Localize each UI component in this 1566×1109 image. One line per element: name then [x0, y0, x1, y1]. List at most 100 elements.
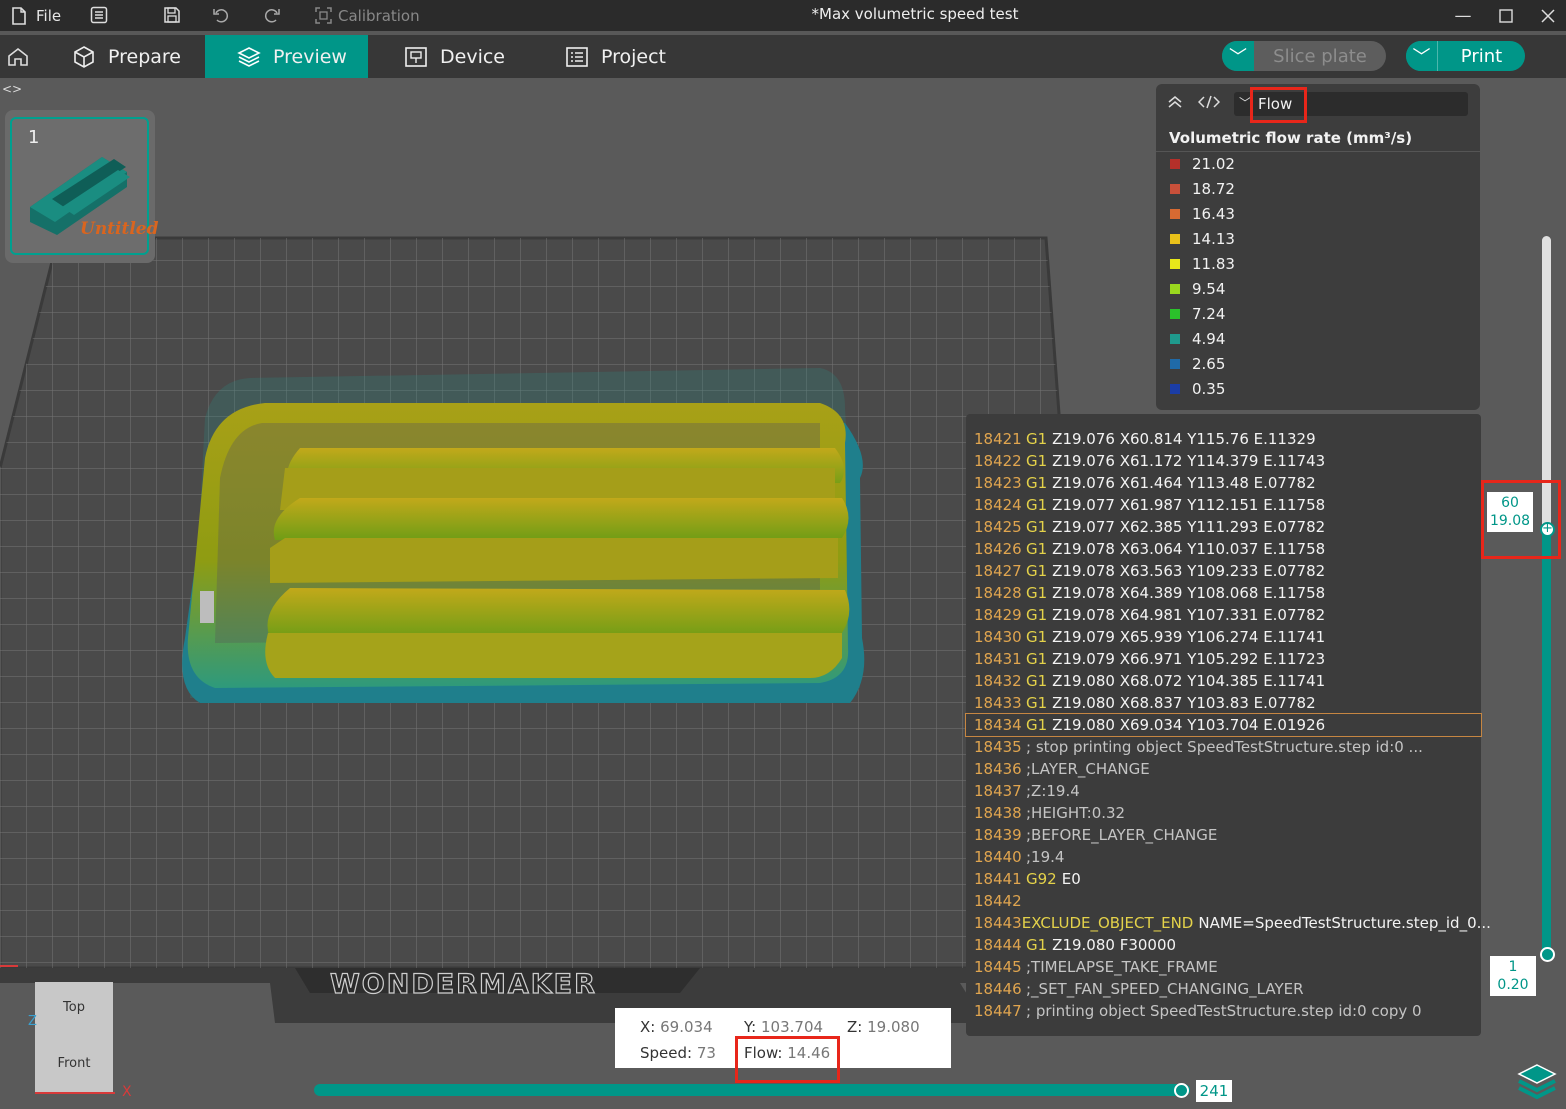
legend-value: 11.83 — [1192, 255, 1235, 273]
gcode-line[interactable]: 18445 ;TIMELAPSE_TAKE_FRAME — [966, 956, 1481, 978]
gcode-command: G1 — [1026, 430, 1048, 448]
layers-toggle-icon[interactable] — [1516, 1062, 1558, 1106]
speed-value: 73 — [696, 1044, 716, 1062]
slice-plate-button[interactable]: ﹀ Slice plate — [1222, 41, 1386, 71]
gcode-line-number: 18438 — [974, 804, 1022, 822]
legend-item: 7.24 — [1170, 304, 1225, 324]
axis-x-label: X — [122, 1084, 132, 1100]
gcode-line[interactable]: 18424 G1 Z19.077 X61.987 Y112.151 E.11758 — [966, 494, 1481, 516]
legend-value: 0.35 — [1192, 380, 1226, 398]
legend-item: 9.54 — [1170, 279, 1225, 299]
calibration-menu[interactable]: Calibration — [314, 0, 420, 31]
move-slider-handle[interactable] — [1174, 1083, 1189, 1098]
close-button[interactable] — [1527, 0, 1566, 31]
gcode-args: Z19.076 X61.172 Y114.379 E.11743 — [1052, 452, 1326, 470]
legend-panel: ﹀ Flow Volumetric flow rate (mm³/s) 21.0… — [1156, 84, 1480, 410]
gcode-line[interactable]: 18432 G1 Z19.080 X68.072 Y104.385 E.11741 — [966, 670, 1481, 692]
legend-value: 9.54 — [1192, 280, 1226, 298]
tab-device[interactable]: Device — [404, 35, 505, 78]
gcode-line[interactable]: 18431 G1 Z19.079 X66.971 Y105.292 E.11723 — [966, 648, 1481, 670]
pos-x-value: 69.034 — [660, 1018, 713, 1036]
undo-icon[interactable] — [212, 6, 230, 24]
gcode-line[interactable]: 18433 G1 Z19.080 X68.837 Y103.83 E.07782 — [966, 692, 1481, 714]
cube-face-top[interactable]: Top — [35, 1000, 113, 1015]
gcode-line-number: 18421 — [974, 430, 1022, 448]
pos-z-value: 19.080 — [867, 1018, 920, 1036]
gcode-line[interactable]: 18423 G1 Z19.076 X61.464 Y113.48 E.07782 — [966, 472, 1481, 494]
gcode-line-number: 18432 — [974, 672, 1022, 690]
tab-preview[interactable]: Preview — [205, 35, 368, 78]
tab-project-label: Project — [601, 45, 667, 68]
gcode-line[interactable]: 18429 G1 Z19.078 X64.981 Y107.331 E.07782 — [966, 604, 1481, 626]
gcode-line[interactable]: 18421 G1 Z19.076 X60.814 Y115.76 E.11329 — [966, 428, 1481, 450]
gcode-line-number: 18440 — [974, 848, 1022, 866]
gcode-line-number: 18423 — [974, 474, 1022, 492]
gcode-line[interactable]: 18430 G1 Z19.079 X65.939 Y106.274 E.11741 — [966, 626, 1481, 648]
print-button[interactable]: ﹀ Print — [1406, 41, 1525, 71]
gcode-line[interactable]: 18441 G92 E0 — [966, 868, 1481, 890]
gcode-line[interactable]: 18440 ;19.4 — [966, 846, 1481, 868]
gcode-command: G1 — [1026, 562, 1048, 580]
move-slider-track[interactable] — [314, 1084, 1190, 1096]
gcode-line[interactable]: 18436 ;LAYER_CHANGE — [966, 758, 1481, 780]
gcode-line[interactable]: 18442 — [966, 890, 1481, 912]
gcode-line[interactable]: 18439 ;BEFORE_LAYER_CHANGE — [966, 824, 1481, 846]
layers-icon — [237, 46, 261, 67]
slice-dropdown-chevron-icon[interactable]: ﹀ — [1222, 41, 1254, 71]
save-icon[interactable] — [163, 6, 181, 24]
gcode-line[interactable]: 18444 G1 Z19.080 F30000 — [966, 934, 1481, 956]
pos-y-label: Y: — [744, 1018, 757, 1036]
legend-swatch — [1170, 284, 1180, 294]
tab-prepare[interactable]: Prepare — [72, 35, 181, 78]
gcode-line-number: 18441 — [974, 870, 1022, 888]
gcode-line-number: 18429 — [974, 606, 1022, 624]
minimize-button[interactable]: — — [1442, 0, 1484, 31]
gcode-line[interactable]: 18446 ;_SET_FAN_SPEED_CHANGING_LAYER — [966, 978, 1481, 1000]
title-bar: File Calibration *Max volumetric speed t… — [0, 0, 1566, 31]
file-menu[interactable]: File — [10, 0, 61, 31]
gcode-command: G1 — [1026, 496, 1048, 514]
redo-icon[interactable] — [263, 6, 281, 24]
gcode-line[interactable]: 18438 ;HEIGHT:0.32 — [966, 802, 1481, 824]
gcode-args: Z19.078 X64.981 Y107.331 E.07782 — [1052, 606, 1326, 624]
legend-swatch — [1170, 359, 1180, 369]
gcode-line[interactable]: 18426 G1 Z19.078 X63.064 Y110.037 E.11758 — [966, 538, 1481, 560]
gcode-line[interactable]: 18422 G1 Z19.076 X61.172 Y114.379 E.11743 — [966, 450, 1481, 472]
gcode-line[interactable]: 18447; printing object SpeedTestStructur… — [966, 1000, 1481, 1022]
gcode-line[interactable]: 18437 ;Z:19.4 — [966, 780, 1481, 802]
gcode-line[interactable]: 18443 EXCLUDE_OBJECT_END NAME=SpeedTestStr… — [966, 912, 1491, 934]
print-dropdown-chevron-icon[interactable]: ﹀ — [1406, 41, 1438, 71]
home-button[interactable] — [0, 35, 36, 78]
collapse-legend-icon[interactable] — [1166, 94, 1184, 114]
gcode-viewer[interactable]: 18421 G1 Z19.076 X60.814 Y115.76 E.11329 18… — [965, 414, 1491, 1036]
gcode-args: Z19.078 X64.389 Y108.068 E.11758 — [1052, 584, 1326, 602]
tab-project[interactable]: Project — [565, 35, 666, 78]
gcode-line[interactable]: 18427 G1 Z19.078 X63.563 Y109.233 E.07782 — [966, 560, 1481, 582]
gcode-line-number: 18433 — [974, 694, 1022, 712]
view-navigation-cube[interactable]: Top Front — [35, 982, 113, 1092]
gcode-comment: ;LAYER_CHANGE — [1026, 760, 1150, 778]
legend-swatch — [1170, 384, 1180, 394]
gcode-line-current[interactable]: 18434 G1 Z19.080 X69.034 Y103.704 E.01926 — [965, 713, 1482, 737]
cube-face-front[interactable]: Front — [35, 1056, 113, 1071]
gcode-comment: ; printing object SpeedTestStructure.ste… — [1026, 1002, 1422, 1020]
plate-thumbnail[interactable]: 1 Untitled — [5, 110, 159, 263]
gcode-comment: ; stop printing object SpeedTestStructur… — [1026, 738, 1423, 756]
gcode-line-number: 18442 — [974, 892, 1022, 910]
tab-device-label: Device — [440, 45, 505, 68]
gcode-line[interactable]: 18425 G1 Z19.077 X62.385 Y111.293 E.07782 — [966, 516, 1481, 538]
calibration-icon — [314, 7, 332, 25]
home-icon — [8, 47, 28, 66]
gcode-line[interactable]: 18435; stop printing object SpeedTestStr… — [966, 736, 1481, 758]
layer-slider-lower-handle[interactable] — [1540, 947, 1555, 962]
maximize-button[interactable] — [1485, 0, 1527, 31]
gcode-line[interactable]: 18428 G1 Z19.078 X64.389 Y108.068 E.11758 — [966, 582, 1481, 604]
gcode-view-icon[interactable] — [1197, 94, 1221, 114]
collapse-sidebar-icon[interactable]: <> — [2, 82, 22, 96]
hamburger-menu-icon[interactable] — [90, 6, 108, 24]
project-icon — [566, 46, 588, 67]
gcode-comment: ;HEIGHT:0.32 — [1026, 804, 1126, 822]
print-label: Print — [1460, 45, 1503, 67]
gcode-args: E0 — [1061, 870, 1081, 888]
gcode-command: EXCLUDE_OBJECT_END — [1021, 914, 1194, 932]
